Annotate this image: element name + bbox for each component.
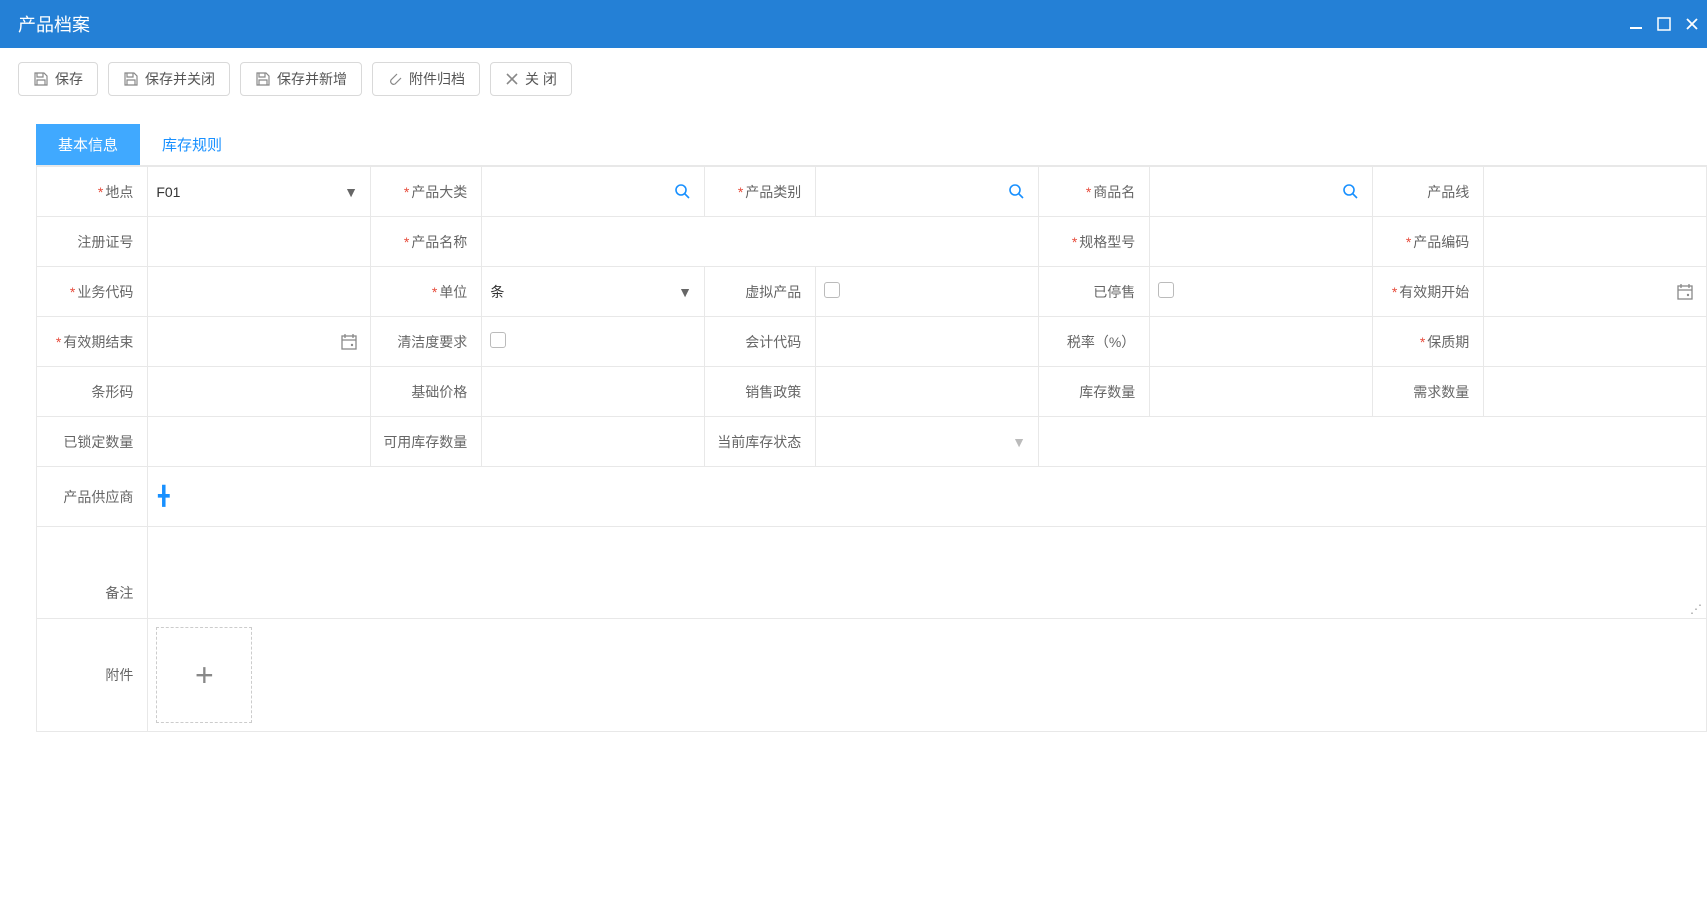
label-virtual: 虚拟产品 <box>704 267 815 317</box>
label-avail-qty: 可用库存数量 <box>370 417 481 467</box>
label-attachment: 附件 <box>37 619 148 732</box>
valid-end-picker[interactable] <box>156 326 362 358</box>
save-close-button[interactable]: 保存并关闭 <box>108 62 230 96</box>
valid-start-input[interactable] <box>1492 276 1672 308</box>
unit-input[interactable] <box>490 276 674 308</box>
tab-basic[interactable]: 基本信息 <box>36 124 140 165</box>
label-locked-qty: 已锁定数量 <box>37 417 148 467</box>
label-category: *产品大类 <box>370 167 481 217</box>
label-base-price: 基础价格 <box>370 367 481 417</box>
label-product-line: 产品线 <box>1372 167 1483 217</box>
demand-qty-input[interactable] <box>1492 376 1698 408</box>
label-shelf: *保质期 <box>1372 317 1483 367</box>
minimize-icon[interactable] <box>1629 17 1643 31</box>
close-button[interactable]: 关 闭 <box>490 62 572 96</box>
label-stock-qty: 库存数量 <box>1038 367 1149 417</box>
category-lookup[interactable] <box>490 176 696 208</box>
valid-end-input[interactable] <box>156 326 336 358</box>
calendar-icon[interactable] <box>336 333 362 351</box>
chevron-down-icon[interactable]: ▼ <box>1008 434 1030 450</box>
biz-code-input[interactable] <box>156 276 362 308</box>
category-input[interactable] <box>490 176 670 208</box>
label-supplier: 产品供应商 <box>37 467 148 527</box>
code-input[interactable] <box>1492 226 1698 258</box>
label-unit: *单位 <box>370 267 481 317</box>
label-valid-start: *有效期开始 <box>1372 267 1483 317</box>
stopped-checkbox[interactable] <box>1158 282 1174 298</box>
label-demand-qty: 需求数量 <box>1372 367 1483 417</box>
site-select[interactable]: ▼ <box>156 176 362 208</box>
label-reg-no: 注册证号 <box>37 217 148 267</box>
maximize-icon[interactable] <box>1657 17 1671 31</box>
label-type: *产品类别 <box>704 167 815 217</box>
search-icon[interactable] <box>1004 183 1030 201</box>
label-code: *产品编码 <box>1372 217 1483 267</box>
label-remark: 备注 <box>37 527 148 619</box>
virtual-checkbox[interactable] <box>824 282 840 298</box>
save-icon <box>123 71 139 87</box>
form-grid: *地点 ▼ *产品大类 *产品类别 <box>36 166 1707 732</box>
product-name-input[interactable] <box>1158 176 1338 208</box>
label-biz-code: *业务代码 <box>37 267 148 317</box>
product-line-input[interactable] <box>1492 176 1698 208</box>
remark-input[interactable] <box>156 535 1698 615</box>
unit-select[interactable]: ▼ <box>490 276 696 308</box>
tab-stock[interactable]: 库存规则 <box>140 124 244 165</box>
label-barcode: 条形码 <box>37 367 148 417</box>
close-icon[interactable] <box>1685 17 1699 31</box>
chevron-down-icon[interactable]: ▼ <box>340 184 362 200</box>
reg-no-input[interactable] <box>156 226 362 258</box>
label-stock-status: 当前库存状态 <box>704 417 815 467</box>
label-valid-end: *有效期结束 <box>37 317 148 367</box>
label-tax: 税率（%） <box>1038 317 1149 367</box>
barcode-input[interactable] <box>156 376 362 408</box>
save-icon <box>33 71 49 87</box>
stock-status-input[interactable] <box>824 426 1008 458</box>
tax-input[interactable] <box>1158 326 1364 358</box>
label-acc-code: 会计代码 <box>704 317 815 367</box>
site-input[interactable] <box>156 176 340 208</box>
label-spec: *规格型号 <box>1038 217 1149 267</box>
toolbar: 保存 保存并关闭 保存并新增 附件归档 关 闭 <box>0 48 1707 104</box>
attach-button[interactable]: 附件归档 <box>372 62 480 96</box>
search-icon[interactable] <box>670 183 696 201</box>
label-clean: 清洁度要求 <box>370 317 481 367</box>
valid-start-picker[interactable] <box>1492 276 1698 308</box>
add-supplier-button[interactable]: ╋ <box>156 486 169 506</box>
sale-policy-input[interactable] <box>824 376 1030 408</box>
shelf-input[interactable] <box>1492 326 1698 358</box>
name-input[interactable] <box>490 226 1030 258</box>
paperclip-icon <box>387 71 403 87</box>
title-bar: 产品档案 <box>0 0 1707 48</box>
label-site: *地点 <box>37 167 148 217</box>
stock-qty-input[interactable] <box>1158 376 1364 408</box>
avail-qty-input[interactable] <box>490 426 696 458</box>
label-name: *产品名称 <box>370 217 481 267</box>
window-controls <box>1629 17 1699 31</box>
save-new-button[interactable]: 保存并新增 <box>240 62 362 96</box>
add-attachment-button[interactable]: + <box>156 627 252 723</box>
type-lookup[interactable] <box>824 176 1030 208</box>
search-icon[interactable] <box>1338 183 1364 201</box>
label-stopped: 已停售 <box>1038 267 1149 317</box>
stock-status-select[interactable]: ▼ <box>824 426 1030 458</box>
save-icon <box>255 71 271 87</box>
tabs: 基本信息 库存规则 <box>36 124 1707 166</box>
spec-input[interactable] <box>1158 226 1364 258</box>
label-sale-policy: 销售政策 <box>704 367 815 417</box>
window-title: 产品档案 <box>18 11 90 37</box>
x-icon <box>505 72 519 86</box>
type-input[interactable] <box>824 176 1004 208</box>
clean-checkbox[interactable] <box>490 332 506 348</box>
chevron-down-icon[interactable]: ▼ <box>674 284 696 300</box>
locked-qty-input[interactable] <box>156 426 362 458</box>
save-button[interactable]: 保存 <box>18 62 98 96</box>
calendar-icon[interactable] <box>1672 283 1698 301</box>
base-price-input[interactable] <box>490 376 696 408</box>
label-product-name: *商品名 <box>1038 167 1149 217</box>
product-name-lookup[interactable] <box>1158 176 1364 208</box>
